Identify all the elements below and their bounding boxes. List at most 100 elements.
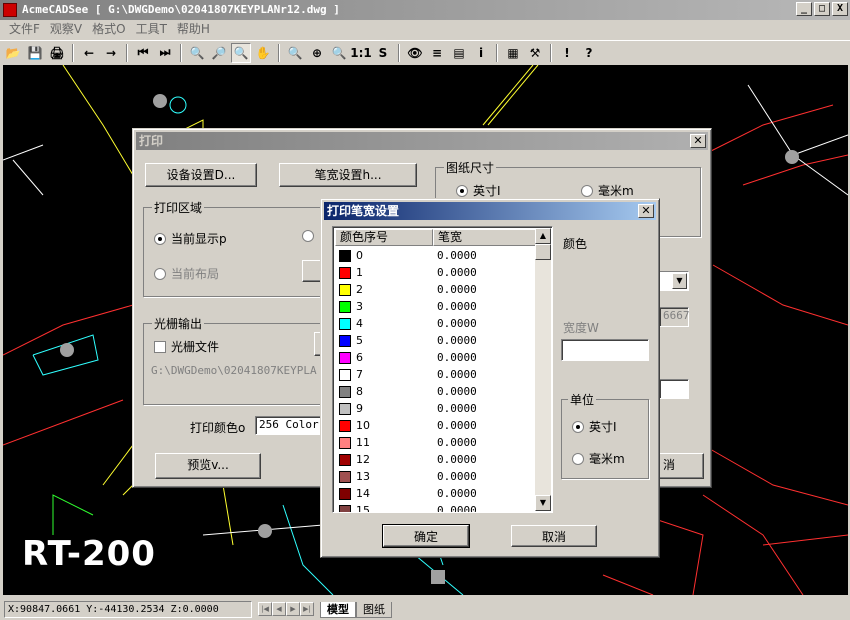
list-item[interactable]: 9 0.0000 [335,400,537,417]
print-right-field-2[interactable] [659,379,689,399]
print-dialog-title-text: 打印 [139,134,164,148]
first-page-icon[interactable]: ⏮ [133,43,153,63]
layers-icon[interactable]: ≡ [427,43,447,63]
tab-layout[interactable]: 图纸 [356,601,392,618]
list-item[interactable]: 6 0.0000 [335,349,537,366]
pen-width-input[interactable] [561,339,649,361]
list-item[interactable]: 1 0.0000 [335,264,537,281]
color-index: 8 [356,385,363,398]
forward-arrow-icon[interactable]: → [101,43,121,63]
current-layout-radio[interactable]: 当前布局 [154,265,219,282]
col-pen-width-header[interactable]: 笔宽 [433,229,537,246]
list-item[interactable]: 14 0.0000 [335,485,537,502]
zoom-extents-icon[interactable]: ⊕ [307,43,327,63]
pen-width-value: 0.0000 [437,266,477,279]
list-item[interactable]: 15 0.0000 [335,502,537,513]
list-item[interactable]: 8 0.0000 [335,383,537,400]
preview-button[interactable]: 预览v... [155,453,261,479]
paper-mm-label: 毫米m [598,184,634,198]
col-color-index-header[interactable]: 颜色序号 [335,229,433,246]
snapshot-icon[interactable]: S [373,43,393,63]
combo-arrow-icon: ▼ [672,273,687,289]
list-scrollbar[interactable]: ▲ ▼ [535,228,551,511]
print-cancel-button[interactable]: 消 [658,453,704,479]
menu-view[interactable]: 观察V [45,20,87,39]
list-item[interactable]: 0 0.0000 [335,247,537,264]
eye-icon[interactable]: 👁 [405,43,425,63]
paper-inch-radio[interactable]: 英寸I [456,182,501,199]
print-right-combo[interactable]: ▼ [659,271,689,291]
help-icon[interactable]: ? [579,43,599,63]
menu-file[interactable]: 文件F [4,20,45,39]
list-header: 颜色序号 笔宽 [335,229,537,246]
list-item[interactable]: 7 0.0000 [335,366,537,383]
zoom-all-icon[interactable]: 🔍 [329,43,349,63]
last-page-icon[interactable]: ⏭ [155,43,175,63]
pen-width-value: 0.0000 [437,504,477,513]
pen-color-label: 颜色 [563,237,588,251]
info-icon[interactable]: i [471,43,491,63]
list-item[interactable]: 3 0.0000 [335,298,537,315]
nav-first-button[interactable]: |◀ [258,602,272,616]
exclamation-icon[interactable]: ! [557,43,577,63]
properties-icon[interactable]: ▤ [449,43,469,63]
color-swatch [339,283,351,296]
zoom-window-icon[interactable]: 🔍 [231,42,251,63]
list-item[interactable]: 4 0.0000 [335,315,537,332]
pen-width-settings-button[interactable]: 笔宽设置h... [279,163,417,187]
paper-mm-radio[interactable]: 毫米m [581,182,634,199]
cancel-button[interactable]: 取消 [511,525,597,547]
print-icon[interactable]: 🖨 [47,43,67,63]
color-index: 6 [356,351,363,364]
color-index: 10 [356,419,370,432]
color-swatch [339,402,351,415]
device-settings-button[interactable]: 设备设置D... [145,163,257,187]
print-area-other-radio[interactable] [302,230,314,242]
zoom-realtime-icon[interactable]: 🔍 [285,43,305,63]
paper-inch-label: 英寸I [473,184,501,198]
menu-tools[interactable]: 工具T [131,20,172,39]
current-display-radio[interactable]: 当前显示p [154,230,227,247]
toolbar-separator [278,43,280,62]
print-color-label: 打印颜色o [190,421,246,435]
list-item[interactable]: 13 0.0000 [335,468,537,485]
zoom-out-icon[interactable]: 🔍 [187,43,207,63]
back-arrow-icon[interactable]: ← [79,43,99,63]
menu-format[interactable]: 格式O [87,20,130,39]
menu-help[interactable]: 帮助H [172,20,215,39]
open-folder-icon[interactable]: 📂 [3,43,23,63]
scroll-down-icon[interactable]: ▼ [535,495,551,511]
nav-prev-button[interactable]: ◀ [272,602,286,616]
pen-width-dialog-close-button[interactable]: ✕ [638,204,654,218]
nav-last-button[interactable]: ▶| [300,602,314,616]
tools-icon[interactable]: ⚒ [525,43,545,63]
scroll-up-icon[interactable]: ▲ [535,228,551,244]
print-dialog-close-button[interactable]: ✕ [690,134,706,148]
tab-model[interactable]: 模型 [320,601,356,618]
pen-width-label: 宽度W [563,321,599,335]
zoom-in-icon[interactable]: 🔎 [209,43,229,63]
close-button[interactable]: X [832,2,848,16]
print-area-group-label: 打印区域 [152,199,205,216]
unit-mm-radio[interactable]: 毫米m [572,450,625,467]
list-item[interactable]: 11 0.0000 [335,434,537,451]
radio-dot [572,452,584,465]
ok-button[interactable]: 确定 [382,524,470,548]
print-color-field[interactable]: 256 Color [255,416,325,435]
minimize-button[interactable]: _ [796,2,812,16]
scroll-thumb[interactable] [535,244,551,260]
nav-next-button[interactable]: ▶ [286,602,300,616]
pan-icon[interactable]: ✋ [253,43,273,63]
list-item[interactable]: 5 0.0000 [335,332,537,349]
color-swatch [339,470,351,483]
list-item[interactable]: 12 0.0000 [335,451,537,468]
pen-width-list[interactable]: 颜色序号 笔宽 0 0.0000 1 0.0000 2 0.0000 3 0.0000 4 0.0… [332,226,553,513]
list-item[interactable]: 10 0.0000 [335,417,537,434]
unit-inch-radio[interactable]: 英寸I [572,418,617,435]
raster-file-checkbox[interactable]: 光栅文件 [154,338,219,355]
list-item[interactable]: 2 0.0000 [335,281,537,298]
actual-size-icon[interactable]: 1:1 [350,43,372,63]
maximize-button[interactable]: □ [814,2,830,16]
document-icon[interactable]: ▦ [503,43,523,63]
save-icon[interactable]: 💾 [25,43,45,63]
